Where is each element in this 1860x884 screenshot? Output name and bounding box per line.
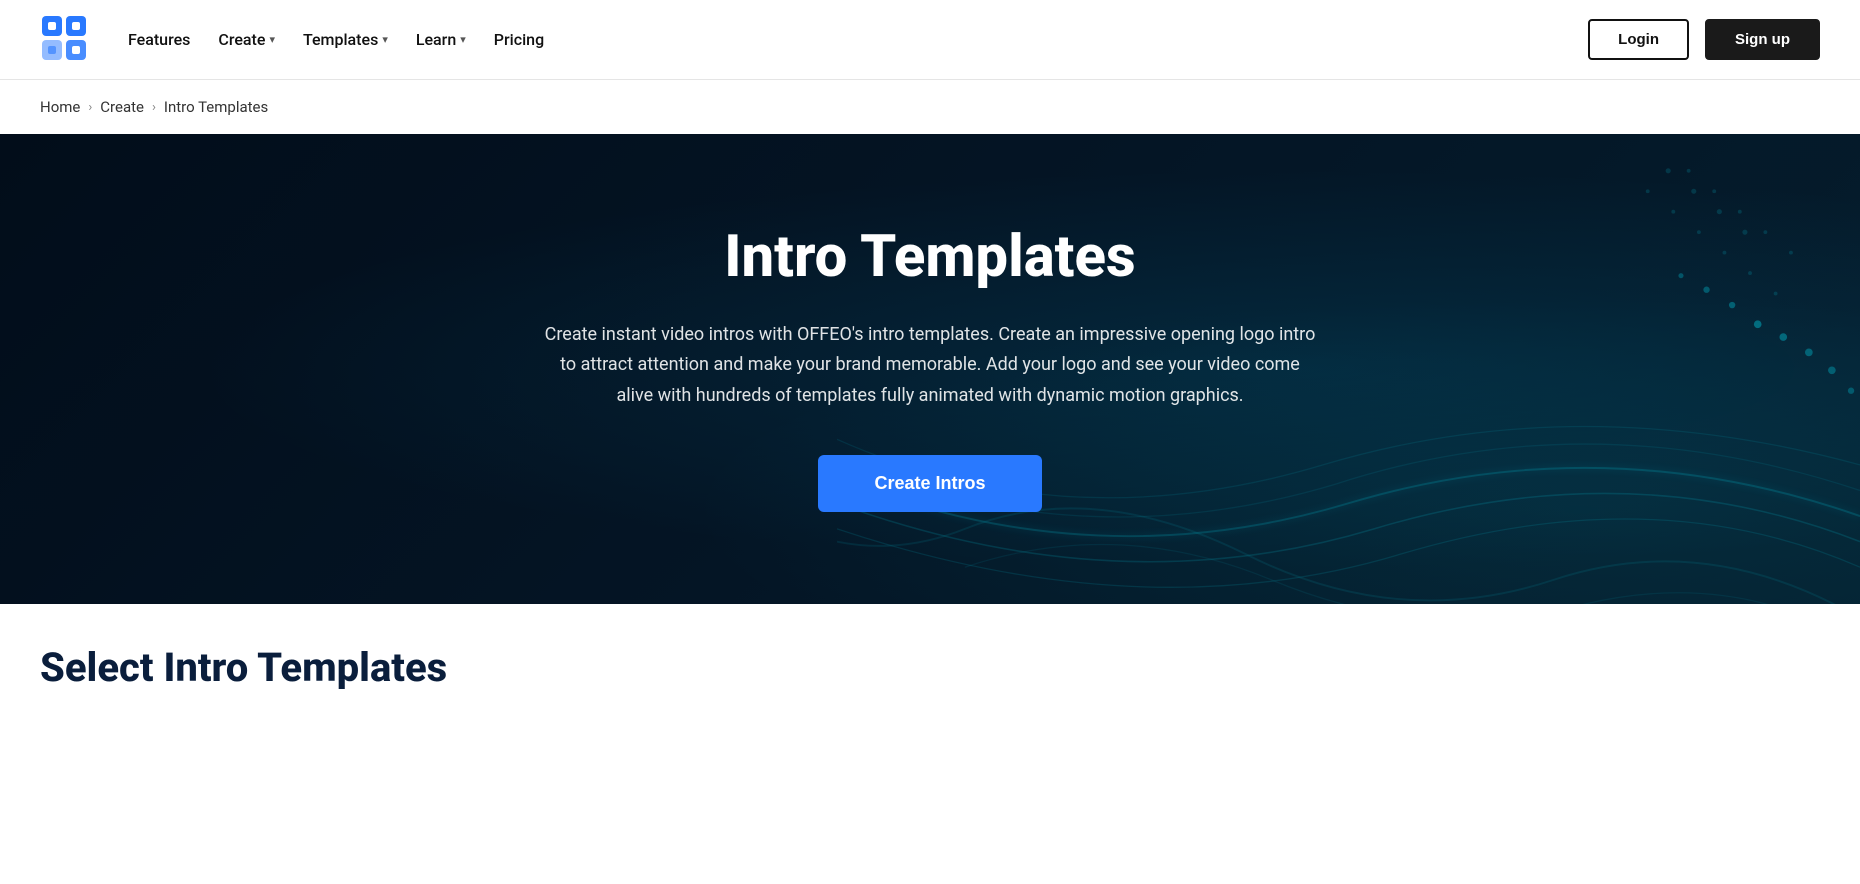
hero-description: Create instant video intros with OFFEO's… [540,320,1320,412]
create-intros-button[interactable]: Create Intros [818,455,1041,512]
logo[interactable] [40,14,92,66]
create-link[interactable]: Create ▾ [218,30,275,49]
section-title: Select Intro Templates [40,644,1820,691]
nav-item-features[interactable]: Features [128,30,190,49]
chevron-down-icon: ▾ [269,33,275,46]
login-button[interactable]: Login [1588,19,1689,60]
navbar-left: Features Create ▾ Templates ▾ Learn ▾ [40,14,544,66]
pricing-link[interactable]: Pricing [494,30,544,49]
hero-content: Intro Templates Create instant video int… [500,226,1360,513]
chevron-down-icon: ▾ [382,33,388,46]
features-link[interactable]: Features [128,30,190,49]
breadcrumb-current: Intro Templates [164,98,268,116]
navbar-right: Login Sign up [1588,19,1820,60]
signup-button[interactable]: Sign up [1705,19,1820,60]
breadcrumb-create[interactable]: Create [100,98,144,116]
hero-section: Intro Templates Create instant video int… [0,134,1860,604]
nav-item-pricing[interactable]: Pricing [494,30,544,49]
hero-title: Intro Templates [540,226,1320,290]
templates-link[interactable]: Templates ▾ [303,30,388,49]
below-hero-section: Select Intro Templates [0,604,1860,691]
breadcrumb-sep-1: › [88,100,92,115]
learn-link[interactable]: Learn ▾ [416,30,466,49]
navbar: Features Create ▾ Templates ▾ Learn ▾ [0,0,1860,80]
breadcrumb-sep-2: › [152,100,156,115]
nav-item-templates[interactable]: Templates ▾ [303,30,388,49]
breadcrumb: Home › Create › Intro Templates [0,80,1860,134]
nav-item-learn[interactable]: Learn ▾ [416,30,466,49]
nav-item-create[interactable]: Create ▾ [218,30,275,49]
breadcrumb-home[interactable]: Home [40,98,80,116]
chevron-down-icon: ▾ [460,33,466,46]
nav-links: Features Create ▾ Templates ▾ Learn ▾ [128,30,544,49]
